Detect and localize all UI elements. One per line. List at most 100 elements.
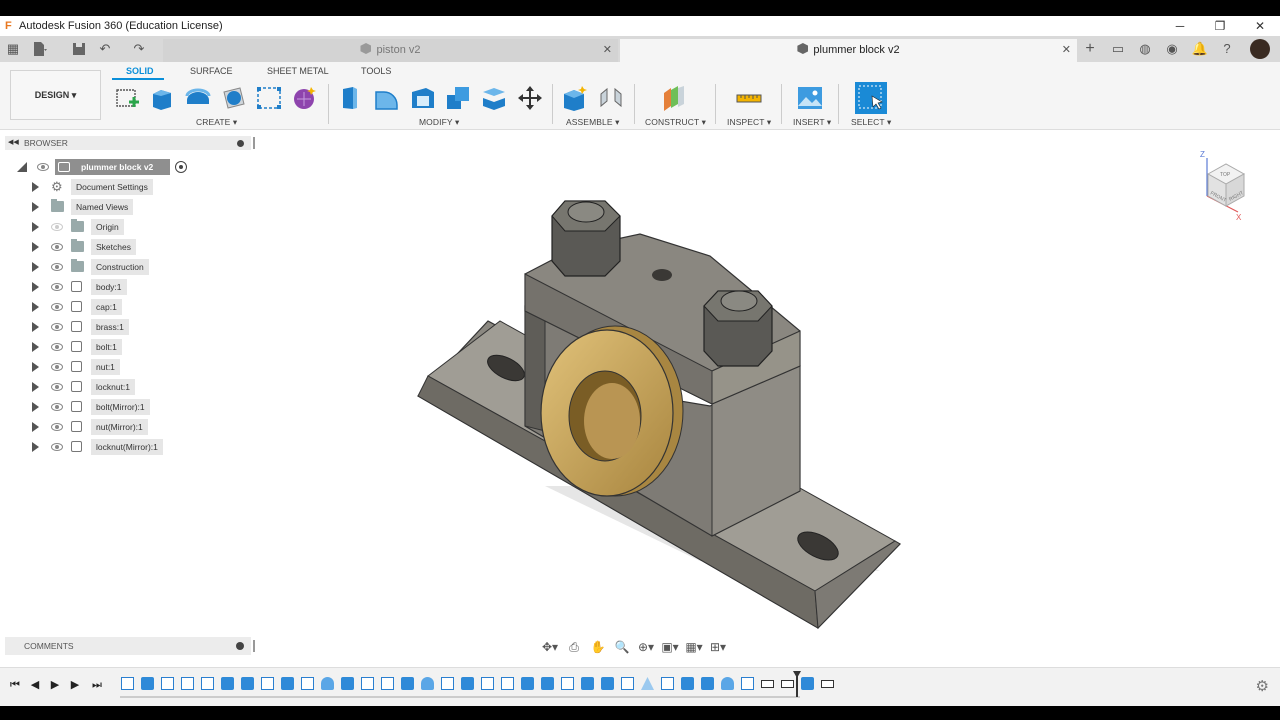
expand-arrow-icon[interactable] bbox=[32, 322, 39, 332]
close-button[interactable]: ✕ bbox=[1240, 16, 1280, 36]
create-sketch-icon[interactable] bbox=[113, 84, 141, 112]
chat-icon[interactable]: ▭ bbox=[1109, 40, 1127, 58]
timeline-extrude-icon[interactable] bbox=[221, 677, 234, 690]
visibility-eye-icon[interactable] bbox=[37, 163, 49, 171]
visibility-eye-icon[interactable] bbox=[51, 303, 63, 311]
expand-arrow-icon[interactable] bbox=[32, 222, 39, 232]
create-menu[interactable]: CREATE ▾ bbox=[196, 117, 237, 128]
go-to-end-icon[interactable]: ⏭ bbox=[90, 678, 104, 692]
timeline-sketch-icon[interactable] bbox=[481, 677, 494, 690]
browser-item-component[interactable]: bolt:1 bbox=[0, 338, 250, 356]
timeline-extrude-icon[interactable] bbox=[701, 677, 714, 690]
notifications-icon[interactable]: 🔔 bbox=[1191, 40, 1209, 58]
browser-item-component[interactable]: nut(Mirror):1 bbox=[0, 418, 250, 436]
expand-arrow-icon[interactable] bbox=[32, 302, 39, 312]
go-to-start-icon[interactable]: ⏮ bbox=[8, 678, 22, 692]
visibility-eye-icon[interactable] bbox=[51, 443, 63, 451]
visibility-eye-icon[interactable] bbox=[51, 403, 63, 411]
timeline-extrude-icon[interactable] bbox=[681, 677, 694, 690]
visibility-eye-icon[interactable] bbox=[51, 243, 63, 251]
redo-icon[interactable]: ↷ bbox=[130, 40, 148, 58]
help-icon[interactable]: ? bbox=[1218, 40, 1236, 58]
look-at-icon[interactable]: ⎙ bbox=[562, 638, 586, 656]
timeline-sketch-icon[interactable] bbox=[121, 677, 134, 690]
timeline-sketch-icon[interactable] bbox=[661, 677, 674, 690]
browser-item-document-settings[interactable]: ⚙ Document Settings bbox=[0, 178, 250, 196]
timeline-feature-icon[interactable] bbox=[821, 680, 834, 688]
timeline-sketch-icon[interactable] bbox=[181, 677, 194, 690]
tab-solid[interactable]: SOLID bbox=[126, 66, 154, 76]
tab-piston[interactable]: piston v2 ✕ bbox=[163, 39, 618, 62]
close-tab-icon[interactable]: ✕ bbox=[1062, 39, 1071, 62]
avatar[interactable] bbox=[1250, 39, 1270, 59]
browser-root[interactable]: plummer block v2 bbox=[0, 158, 250, 176]
timeline-sketch-icon[interactable] bbox=[161, 677, 174, 690]
select-icon[interactable] bbox=[855, 82, 887, 114]
activate-radio-icon[interactable] bbox=[175, 161, 187, 173]
browser-item-named-views[interactable]: Named Views bbox=[0, 198, 250, 216]
timeline-sketch-icon[interactable] bbox=[441, 677, 454, 690]
move-copy-icon[interactable] bbox=[516, 84, 544, 112]
create-form-icon[interactable] bbox=[291, 84, 319, 112]
visibility-eye-icon[interactable] bbox=[51, 423, 63, 431]
expand-arrow-icon[interactable] bbox=[32, 202, 39, 212]
split-body-icon[interactable] bbox=[480, 84, 508, 112]
timeline-extrude-icon[interactable] bbox=[521, 677, 534, 690]
timeline-extrude-icon[interactable] bbox=[581, 677, 594, 690]
timeline-feature-icon[interactable] bbox=[781, 680, 794, 688]
viewports-icon[interactable]: ⊞▾ bbox=[706, 638, 730, 656]
offset-plane-icon[interactable] bbox=[660, 84, 688, 112]
tab-sheet-metal[interactable]: SHEET METAL bbox=[267, 66, 329, 76]
browser-item-component[interactable]: nut:1 bbox=[0, 358, 250, 376]
visibility-eye-icon[interactable] bbox=[51, 383, 63, 391]
timeline-extrude-icon[interactable] bbox=[281, 677, 294, 690]
browser-item-construction[interactable]: Construction bbox=[0, 258, 250, 276]
timeline-extrude-icon[interactable] bbox=[541, 677, 554, 690]
browser-item-component[interactable]: locknut(Mirror):1 bbox=[0, 438, 250, 456]
timeline-extrude-icon[interactable] bbox=[801, 677, 814, 690]
browser-item-origin[interactable]: Origin bbox=[0, 218, 250, 236]
inspect-menu[interactable]: INSPECT ▾ bbox=[727, 117, 771, 128]
timeline-sketch-icon[interactable] bbox=[361, 677, 374, 690]
pan-icon[interactable]: ✋ bbox=[586, 638, 610, 656]
gear-icon[interactable]: ⚙ bbox=[1256, 677, 1269, 695]
collapse-browser-icon[interactable]: ◀◀ bbox=[8, 136, 19, 150]
job-status-icon[interactable]: ◉ bbox=[1163, 40, 1181, 58]
timeline-marker[interactable] bbox=[796, 671, 798, 697]
expand-arrow-icon[interactable] bbox=[32, 262, 39, 272]
save-icon[interactable] bbox=[70, 40, 88, 58]
construct-menu[interactable]: CONSTRUCT ▾ bbox=[645, 117, 706, 128]
revolve-icon[interactable] bbox=[184, 84, 212, 112]
browser-item-component[interactable]: brass:1 bbox=[0, 318, 250, 336]
shell-icon[interactable] bbox=[409, 84, 437, 112]
app-grid-icon[interactable]: ▦ bbox=[4, 40, 22, 58]
grid-settings-icon[interactable]: ▦▾ bbox=[682, 638, 706, 656]
display-settings-icon[interactable]: ▣▾ bbox=[658, 638, 682, 656]
visibility-eye-icon[interactable] bbox=[51, 263, 63, 271]
tab-plummer-block[interactable]: plummer block v2 ✕ bbox=[620, 39, 1077, 62]
model-viewport[interactable] bbox=[400, 166, 920, 636]
timeline-sketch-icon[interactable] bbox=[501, 677, 514, 690]
visibility-eye-icon[interactable] bbox=[51, 283, 63, 291]
timeline-sketch-icon[interactable] bbox=[301, 677, 314, 690]
timeline-sketch-icon[interactable] bbox=[381, 677, 394, 690]
timeline-extrude-icon[interactable] bbox=[461, 677, 474, 690]
browser-item-component[interactable]: cap:1 bbox=[0, 298, 250, 316]
insert-canvas-icon[interactable] bbox=[796, 84, 824, 112]
undo-icon[interactable]: ↶ bbox=[96, 40, 114, 58]
expand-arrow-icon[interactable] bbox=[32, 402, 39, 412]
browser-resize-grip[interactable] bbox=[253, 137, 255, 149]
zoom-icon[interactable]: 🔍 bbox=[610, 638, 634, 656]
add-comment-icon[interactable] bbox=[236, 642, 244, 650]
expand-arrow-icon[interactable] bbox=[32, 442, 39, 452]
timeline-extrude-icon[interactable] bbox=[141, 677, 154, 690]
fit-icon[interactable]: ⊕▾ bbox=[634, 638, 658, 656]
assemble-menu[interactable]: ASSEMBLE ▾ bbox=[566, 117, 619, 128]
viewcube[interactable]: Z X TOP FRONT RIGHT bbox=[1198, 146, 1253, 221]
fillet-icon[interactable] bbox=[373, 84, 401, 112]
select-menu[interactable]: SELECT ▾ bbox=[851, 117, 891, 128]
timeline-sketch-icon[interactable] bbox=[621, 677, 634, 690]
timeline-revolve-icon[interactable] bbox=[721, 677, 734, 690]
timeline-mirror-icon[interactable] bbox=[641, 677, 654, 690]
visibility-eye-icon[interactable] bbox=[51, 323, 63, 331]
